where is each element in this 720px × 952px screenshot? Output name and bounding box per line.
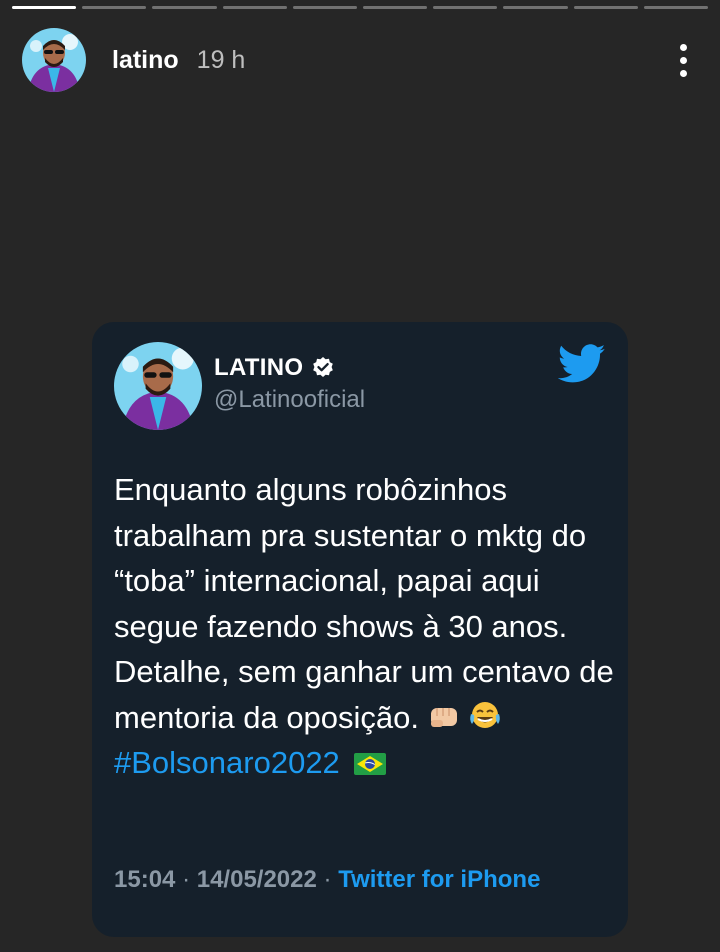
progress-segment xyxy=(363,6,428,9)
tweet-author-avatar xyxy=(114,342,202,430)
progress-segment xyxy=(292,6,358,9)
brazil-flag-icon xyxy=(354,753,387,775)
tweet-footer: 15:04 · 14/05/2022 · Twitter for iPhone xyxy=(114,866,540,894)
footer-separator: · xyxy=(323,866,332,893)
tweet-time: 15:04 xyxy=(114,866,176,893)
tweet-date: 14/05/2022 xyxy=(196,866,317,893)
tweet-card: LATINO @Latinooficial Enquanto alguns ro… xyxy=(92,322,628,937)
tweet-hashtag[interactable]: #Bolsonaro2022 xyxy=(114,745,340,780)
verified-badge-icon xyxy=(313,357,334,377)
progress-segment xyxy=(12,6,77,9)
tweet-author-name-row: LATINO xyxy=(214,354,335,382)
story-username[interactable]: latino xyxy=(112,46,179,75)
tweet-handle: @Latinooficial xyxy=(214,386,366,413)
progress-segment xyxy=(573,6,638,9)
tears-of-joy-emoji xyxy=(470,701,501,728)
progress-segment xyxy=(433,6,498,9)
fist-bump-emoji xyxy=(430,707,457,727)
progress-segment xyxy=(82,6,147,9)
story-header: latino 19 h xyxy=(22,28,698,92)
tweet-source[interactable]: Twitter for iPhone xyxy=(338,866,540,893)
tweet-text: Enquanto alguns robôzinhos trabalham pra… xyxy=(114,472,614,735)
tweet-display-name: LATINO xyxy=(214,354,304,381)
tweet-body: Enquanto alguns robôzinhos trabalham pra… xyxy=(114,467,614,786)
story-progress-bar xyxy=(12,6,709,9)
progress-segment xyxy=(643,6,709,9)
footer-separator: · xyxy=(182,866,191,893)
progress-segment xyxy=(503,6,568,9)
progress-segment xyxy=(152,6,217,9)
profile-avatar[interactable] xyxy=(22,28,86,92)
story-time-ago: 19 h xyxy=(196,45,246,74)
progress-segment xyxy=(222,6,287,9)
more-options-icon[interactable] xyxy=(668,40,698,80)
twitter-bird-icon xyxy=(558,344,606,383)
